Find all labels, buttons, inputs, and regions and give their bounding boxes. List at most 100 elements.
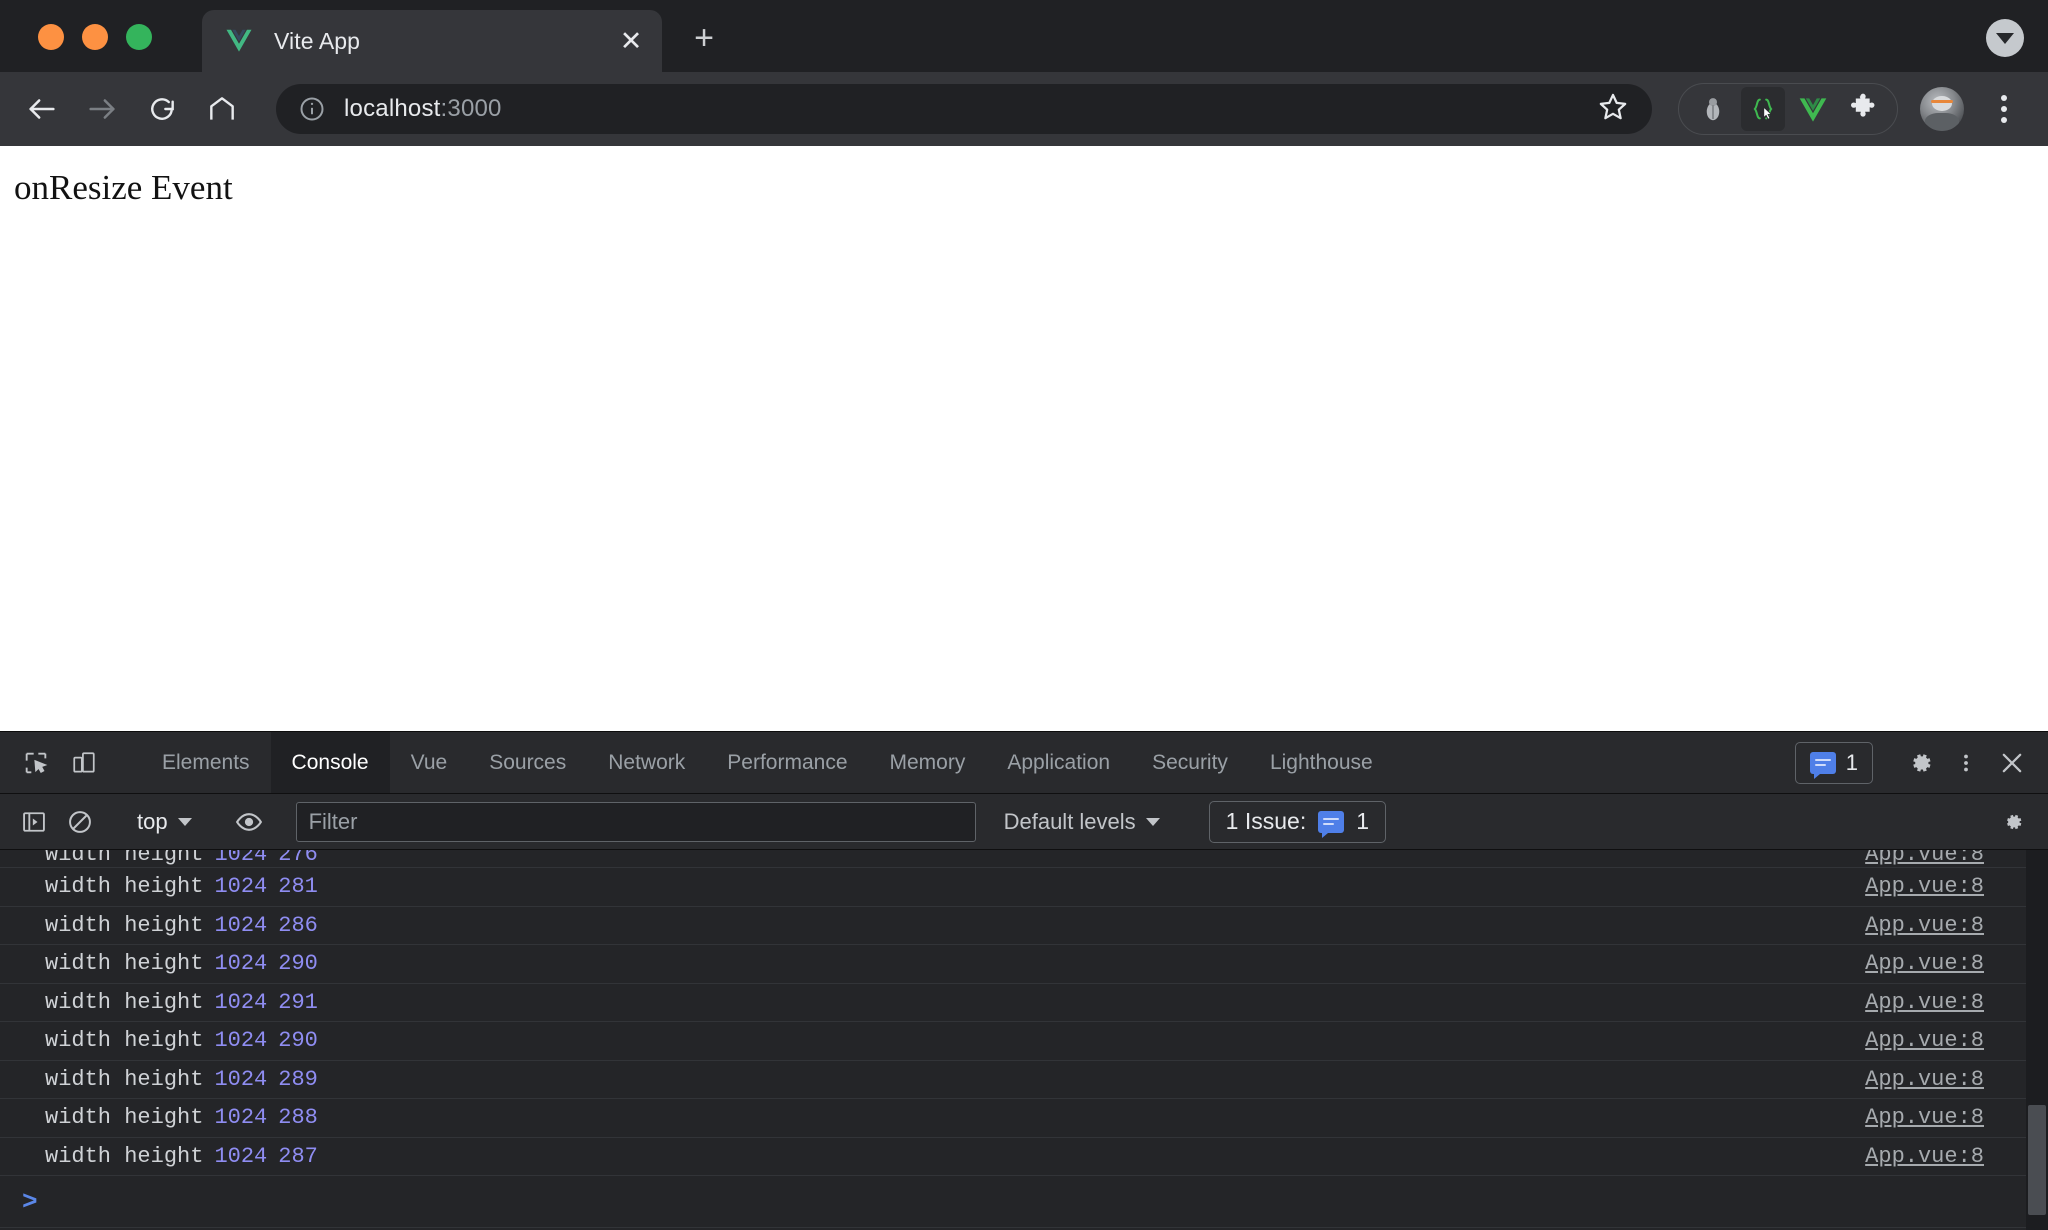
- tab-network[interactable]: Network: [587, 732, 706, 793]
- table-row[interactable]: width height 1024 290 App.vue:8: [0, 945, 2048, 984]
- table-row[interactable]: width height 1024 291 App.vue:8: [0, 983, 2048, 1022]
- tab-vue[interactable]: Vue: [390, 732, 469, 793]
- reload-button[interactable]: [134, 81, 190, 137]
- log-message: width height: [45, 1105, 204, 1131]
- tab-security[interactable]: Security: [1131, 732, 1249, 793]
- vue-logo-icon: [224, 26, 254, 56]
- vue-devtools-extension-icon[interactable]: [1791, 87, 1835, 131]
- log-width: 1024: [214, 1105, 268, 1131]
- table-row[interactable]: width height 1024 288 App.vue:8: [0, 1099, 2048, 1138]
- log-source-link[interactable]: App.vue:8: [1865, 1028, 1984, 1053]
- browser-tab[interactable]: Vite App ✕: [202, 10, 662, 72]
- table-row[interactable]: width height 1024 281 App.vue:8: [0, 868, 2048, 907]
- issues-badge[interactable]: 1: [1794, 741, 1873, 784]
- log-source-link[interactable]: App.vue:8: [1865, 1067, 1984, 1092]
- log-height: 290: [278, 951, 318, 977]
- log-source-link[interactable]: App.vue:8: [1865, 951, 1984, 976]
- table-row[interactable]: width height 1024 276 App.vue:8: [0, 850, 2048, 868]
- prompt-caret-icon: >: [22, 1186, 38, 1217]
- live-expressions-eye-icon[interactable]: [227, 800, 271, 844]
- table-row[interactable]: width height 1024 289 App.vue:8: [0, 1060, 2048, 1099]
- tab-memory[interactable]: Memory: [869, 732, 987, 793]
- console-log-list[interactable]: width height 1024 276 App.vue:8 width he…: [0, 850, 2048, 1230]
- tab-console[interactable]: Console: [270, 732, 390, 793]
- zoom-window-button[interactable]: [126, 24, 152, 50]
- avatar-body: [1925, 113, 1959, 131]
- table-row[interactable]: width height 1024 287 App.vue:8: [0, 1137, 2048, 1176]
- log-message: width height: [45, 874, 204, 900]
- log-height: 276: [278, 850, 318, 867]
- menu-dot: [2001, 106, 2007, 112]
- log-message: width height: [45, 912, 204, 938]
- site-info-icon[interactable]: [298, 95, 326, 123]
- devtools-tool-icons: [0, 732, 141, 793]
- log-height: 289: [278, 1066, 318, 1092]
- log-width: 1024: [214, 1143, 268, 1169]
- close-tab-button[interactable]: ✕: [614, 24, 648, 58]
- tab-application[interactable]: Application: [986, 732, 1131, 793]
- console-sidebar-toggle[interactable]: [12, 800, 56, 844]
- console-filter-input[interactable]: [295, 801, 976, 842]
- issues-speech-icon: [1809, 751, 1836, 779]
- devtools-tabs: Elements Console Vue Sources Network Per…: [141, 732, 1394, 793]
- table-row[interactable]: width height 1024 290 App.vue:8: [0, 1022, 2048, 1061]
- chrome-menu-button[interactable]: [1982, 87, 2026, 131]
- menu-dot: [2001, 95, 2007, 101]
- log-levels-label: Default levels: [1003, 808, 1136, 834]
- tab-lighthouse[interactable]: Lighthouse: [1249, 732, 1394, 793]
- log-source-link[interactable]: App.vue:8: [1865, 913, 1984, 938]
- console-prompt[interactable]: >: [0, 1176, 2048, 1228]
- log-message: width height: [45, 1066, 204, 1092]
- console-toolbar: top Default levels 1 Issue: 1: [0, 794, 2048, 850]
- log-height: 287: [278, 1143, 318, 1169]
- log-message: width height: [45, 850, 204, 867]
- log-source-link[interactable]: App.vue:8: [1865, 1105, 1984, 1130]
- more-options-icon[interactable]: [1944, 741, 1988, 785]
- new-tab-button[interactable]: +: [684, 18, 724, 58]
- puzzle-extensions-icon[interactable]: [1841, 87, 1885, 131]
- device-toolbar-icon[interactable]: [62, 741, 106, 785]
- log-source-link[interactable]: App.vue:8: [1865, 990, 1984, 1015]
- log-source-link[interactable]: App.vue:8: [1865, 1144, 1984, 1169]
- home-button[interactable]: [194, 81, 250, 137]
- tab-sources[interactable]: Sources: [468, 732, 587, 793]
- log-height: 286: [278, 912, 318, 938]
- devtools-panel: Elements Console Vue Sources Network Per…: [0, 731, 2048, 1230]
- log-height: 291: [278, 989, 318, 1015]
- log-message: width height: [45, 951, 204, 977]
- close-window-button[interactable]: [38, 24, 64, 50]
- table-row[interactable]: width height 1024 286 App.vue:8: [0, 906, 2048, 945]
- bug-extension-icon[interactable]: [1691, 87, 1735, 131]
- log-width: 1024: [214, 1028, 268, 1054]
- issues-button[interactable]: 1 Issue: 1: [1208, 800, 1387, 843]
- gear-icon[interactable]: [1898, 741, 1942, 785]
- forward-button[interactable]: [74, 81, 130, 137]
- url-host: localhost: [344, 95, 441, 122]
- console-settings-gear-icon[interactable]: [1994, 800, 2038, 844]
- tab-search-button[interactable]: [1986, 19, 2024, 57]
- address-bar[interactable]: localhost:3000: [276, 84, 1652, 134]
- bookmark-star-icon[interactable]: [1596, 90, 1634, 128]
- chevron-down-icon: [1996, 32, 2014, 44]
- tab-performance[interactable]: Performance: [706, 732, 868, 793]
- inspect-element-icon[interactable]: [14, 741, 58, 785]
- devtools-header: Elements Console Vue Sources Network Per…: [0, 732, 2048, 794]
- close-devtools-icon[interactable]: [1990, 741, 2034, 785]
- execution-context-select[interactable]: top: [127, 809, 202, 835]
- execution-context-value: top: [137, 808, 168, 834]
- log-levels-select[interactable]: Default levels: [992, 809, 1172, 835]
- log-source-link[interactable]: App.vue:8: [1865, 874, 1984, 899]
- back-button[interactable]: [14, 81, 70, 137]
- console-scrollbar-thumb[interactable]: [2028, 1105, 2046, 1215]
- code-braces-extension-icon[interactable]: [1741, 87, 1785, 131]
- clear-console-icon[interactable]: [58, 800, 102, 844]
- profile-avatar[interactable]: [1920, 87, 1964, 131]
- console-scrollbar[interactable]: [2026, 850, 2048, 1230]
- log-height: 290: [278, 1028, 318, 1054]
- browser-window: Vite App ✕ + localhost:3000 onResize Eve…: [0, 0, 2048, 1230]
- tab-elements[interactable]: Elements: [141, 732, 271, 793]
- log-width: 1024: [214, 951, 268, 977]
- minimize-window-button[interactable]: [82, 24, 108, 50]
- menu-dot: [2001, 117, 2007, 123]
- log-source-link[interactable]: App.vue:8: [1865, 850, 1984, 867]
